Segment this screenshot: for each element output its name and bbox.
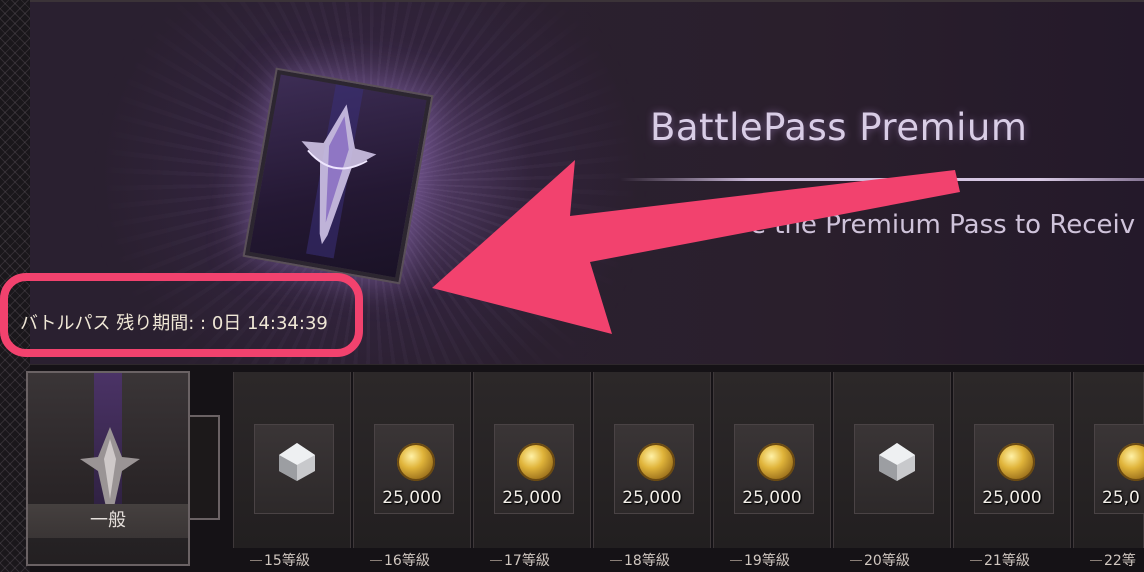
reward-slot[interactable]: 25,0	[1073, 372, 1144, 548]
level-label: 20等級	[850, 550, 916, 572]
gold-coin-icon	[1117, 443, 1144, 481]
reward-slot[interactable]: 25,000	[713, 372, 831, 548]
gold-coin-icon	[997, 443, 1035, 481]
reward-slot[interactable]	[833, 372, 951, 548]
reward-amount: 25,000	[382, 488, 442, 508]
reward-icon-box	[854, 424, 934, 514]
reward-amount: 25,000	[982, 488, 1042, 508]
reward-amount: 25,000	[622, 488, 682, 508]
general-label: 一般	[28, 504, 188, 538]
reward-amount: 25,0	[1102, 488, 1140, 508]
crystal-icon	[879, 443, 915, 481]
battlepass-remaining-time: バトルパス 残り期間: : 0日 14:34:39	[20, 313, 328, 334]
level-label: 15等級	[250, 550, 316, 572]
reward-slot[interactable]: 25,000	[353, 372, 471, 548]
level-label: 17等級	[490, 550, 556, 572]
gold-coin-icon	[757, 443, 795, 481]
reward-icon-box	[254, 424, 334, 514]
reward-amount: 25,000	[502, 488, 562, 508]
general-pass-card[interactable]: 一般	[26, 371, 190, 566]
sword-emblem-icon	[80, 427, 140, 511]
partial-reward-slot	[190, 415, 220, 520]
level-label: 21等級	[970, 550, 1036, 572]
crystal-icon	[279, 443, 315, 481]
level-label: 19等級	[730, 550, 796, 572]
reward-slot[interactable]: 25,000	[593, 372, 711, 548]
gold-coin-icon	[517, 443, 555, 481]
reward-slot[interactable]	[233, 372, 351, 548]
gold-coin-icon	[397, 443, 435, 481]
level-label: 16等級	[370, 550, 436, 572]
reward-slot[interactable]: 25,000	[473, 372, 591, 548]
reward-amount: 25,000	[742, 488, 802, 508]
level-label: 18等級	[610, 550, 676, 572]
gold-coin-icon	[637, 443, 675, 481]
reward-slot[interactable]: 25,000	[953, 372, 1071, 548]
level-label: 22等	[1090, 550, 1142, 572]
